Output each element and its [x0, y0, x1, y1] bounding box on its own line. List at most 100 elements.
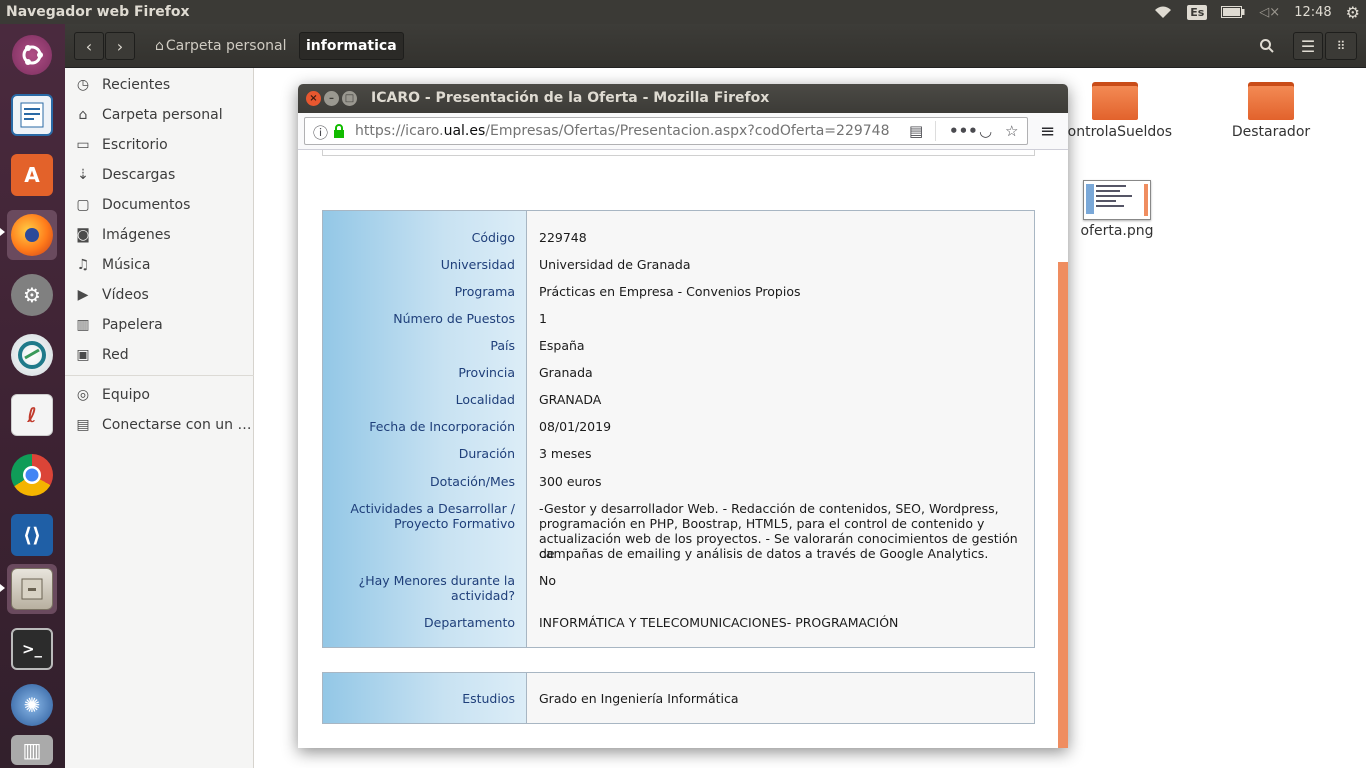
reader-view-icon[interactable]: ▤: [909, 122, 923, 140]
file-cabinet-icon: [11, 568, 53, 610]
sidebar-item-label: Documentos: [102, 197, 191, 213]
row-label: Proyecto Formativo: [394, 516, 515, 531]
folder-item[interactable]: ControlaSueldos: [1055, 82, 1175, 140]
back-button[interactable]: ‹: [74, 32, 104, 60]
globe-connection-icon: [11, 334, 53, 376]
folder-item[interactable]: Destarador: [1211, 82, 1331, 140]
sidebar-item-desktop[interactable]: ▭ Escritorio: [75, 132, 167, 158]
vscode-icon: ⟨⟩: [11, 514, 53, 556]
sidebar-item-label: Recientes: [102, 77, 171, 93]
vscode-launcher[interactable]: ⟨⟩: [7, 510, 57, 560]
firefox-titlebar: × – □ ICARO - Presentación de la Oferta …: [298, 84, 1068, 113]
page-actions-icon[interactable]: •••: [949, 122, 978, 140]
row-value: España: [539, 338, 585, 353]
breadcrumb-current[interactable]: informatica: [299, 32, 404, 60]
sidebar-item-recent[interactable]: ◷ Recientes: [75, 72, 170, 98]
url-text[interactable]: https://icaro.ual.es/Empresas/Ofertas/Pr…: [355, 123, 889, 139]
view-list-button[interactable]: ☰: [1293, 32, 1323, 60]
document-icon: ▢: [76, 197, 90, 213]
search-button[interactable]: [1252, 32, 1282, 60]
firefox-launcher[interactable]: [7, 210, 57, 260]
sidebar-item-label: Imágenes: [102, 227, 171, 243]
home-icon: ⌂: [155, 38, 164, 54]
sidebar-item-computer[interactable]: ◎ Equipo: [75, 382, 150, 408]
sidebar-item-downloads[interactable]: ⇣ Descargas: [75, 162, 175, 188]
hamburger-menu-icon[interactable]: ≡: [1040, 121, 1055, 142]
pdf-reader-launcher[interactable]: ℓ: [7, 390, 57, 440]
forward-button[interactable]: ›: [105, 32, 135, 60]
close-window-button[interactable]: ×: [306, 91, 321, 106]
info-icon[interactable]: ⓘ: [313, 122, 328, 143]
terminal-launcher[interactable]: >_: [7, 624, 57, 674]
wifi-icon[interactable]: [1153, 5, 1173, 19]
sidebar-item-trash[interactable]: ▥ Papelera: [75, 312, 162, 338]
desktop-icon: ▭: [76, 137, 90, 153]
url-path: /Empresas/Ofertas/Presentacion.aspx?codO…: [485, 123, 890, 139]
firefox-url-bar-area: ⓘ https://icaro.ual.es/Empresas/Ofertas/…: [298, 113, 1068, 150]
sidebar-item-label: Música: [102, 257, 151, 273]
download-icon: ⇣: [77, 167, 89, 183]
url-field[interactable]: ⓘ https://icaro.ual.es/Empresas/Ofertas/…: [304, 117, 1028, 145]
row-label: actividad?: [451, 588, 515, 603]
close-icon: ×: [309, 93, 318, 104]
volume-muted-icon[interactable]: ◁×: [1259, 5, 1280, 20]
sidebar-item-home[interactable]: ⌂ Carpeta personal: [75, 102, 223, 128]
url-separator: [935, 121, 936, 141]
sidebar-item-label: Red: [102, 347, 129, 363]
active-app-title: Navegador web Firefox: [6, 4, 190, 20]
computer-icon: ◎: [76, 387, 90, 403]
sidebar-item-network[interactable]: ▣ Red: [75, 342, 129, 368]
folder-icon: [1248, 82, 1294, 120]
view-grid-button[interactable]: ⠿: [1325, 32, 1357, 60]
sidebar-item-music[interactable]: ♫ Música: [75, 252, 151, 278]
row-value: No: [539, 573, 556, 588]
system-settings-launcher[interactable]: ⚙: [7, 270, 57, 320]
battery-icon[interactable]: [1221, 6, 1245, 18]
ubuntu-software-launcher[interactable]: A: [7, 150, 57, 200]
sidebar-item-pictures[interactable]: ◙ Imágenes: [75, 222, 171, 248]
trash-launcher[interactable]: ▥: [7, 732, 57, 768]
row-value: Grado en Ingeniería Informática: [539, 691, 739, 706]
row-value: 229748: [539, 230, 587, 245]
files-launcher[interactable]: [7, 564, 57, 614]
network-icon: ▣: [76, 347, 90, 363]
breadcrumb-home[interactable]: ⌂ Carpeta personal: [149, 32, 292, 60]
clock[interactable]: 12:48: [1294, 5, 1331, 20]
row-value: 3 meses: [539, 446, 592, 461]
sidebar-item-videos[interactable]: ▶ Vídeos: [75, 282, 149, 308]
bookmark-star-icon[interactable]: ☆: [1005, 122, 1018, 140]
sidebar-item-label: Descargas: [102, 167, 176, 183]
row-label: Número de Puestos: [393, 311, 515, 326]
wrench-gear-icon: ⚙: [11, 274, 53, 316]
trash-icon: ▥: [11, 735, 53, 765]
url-prefix: https://icaro.: [355, 123, 444, 139]
running-indicator: [0, 584, 5, 592]
pocket-icon[interactable]: ◡: [979, 122, 992, 140]
studies-table: Estudios Grado en Ingeniería Informática: [322, 672, 1035, 724]
image-thumbnail: [1083, 180, 1151, 220]
row-label: Programa: [454, 284, 515, 299]
terminal-icon: >_: [11, 628, 53, 670]
minimize-window-button[interactable]: –: [324, 91, 339, 106]
row-value: Universidad de Granada: [539, 257, 691, 272]
search-icon: [1260, 39, 1274, 53]
page-scrollbar[interactable]: [1058, 262, 1068, 748]
row-value: INFORMÁTICA Y TELECOMUNICACIONES- PROGRA…: [539, 615, 899, 630]
offer-details-table: Código 229748 Universidad Universidad de…: [322, 210, 1035, 648]
ubuntu-dash-button[interactable]: [7, 30, 57, 80]
row-label: Duración: [458, 446, 515, 461]
row-label: Fecha de Incorporación: [369, 419, 515, 434]
chrome-launcher[interactable]: [7, 450, 57, 500]
top-panel: Navegador web Firefox Es ◁× 12:48 ⚙: [0, 0, 1366, 24]
shopping-bag-icon: A: [11, 154, 53, 196]
sidebar-item-connect-server[interactable]: ▤ Conectarse con un …: [75, 412, 251, 438]
file-item[interactable]: oferta.png: [1057, 180, 1177, 239]
libreoffice-writer-launcher[interactable]: [7, 90, 57, 140]
vpn-client-launcher[interactable]: [7, 330, 57, 380]
keyboard-layout-indicator[interactable]: Es: [1187, 4, 1208, 20]
chrome-icon: [11, 454, 53, 496]
maximize-window-button[interactable]: □: [342, 91, 357, 106]
sidebar-item-documents[interactable]: ▢ Documentos: [75, 192, 190, 218]
shutter-launcher[interactable]: ✺: [7, 680, 57, 730]
settings-gear-icon[interactable]: ⚙: [1346, 3, 1360, 22]
